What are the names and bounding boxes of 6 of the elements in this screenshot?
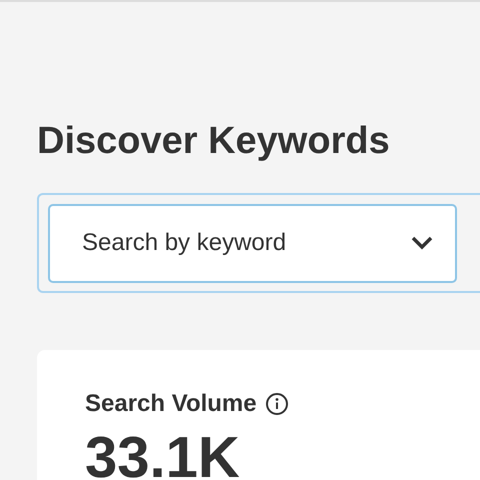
metric-label: Search Volume: [85, 389, 257, 419]
page-title: Discover Keywords: [37, 119, 390, 164]
search-dropdown[interactable]: Search by keyword: [48, 204, 457, 282]
chevron-down-icon: [411, 236, 433, 250]
metric-value: 33.1K: [85, 426, 240, 480]
info-icon[interactable]: [264, 392, 289, 416]
